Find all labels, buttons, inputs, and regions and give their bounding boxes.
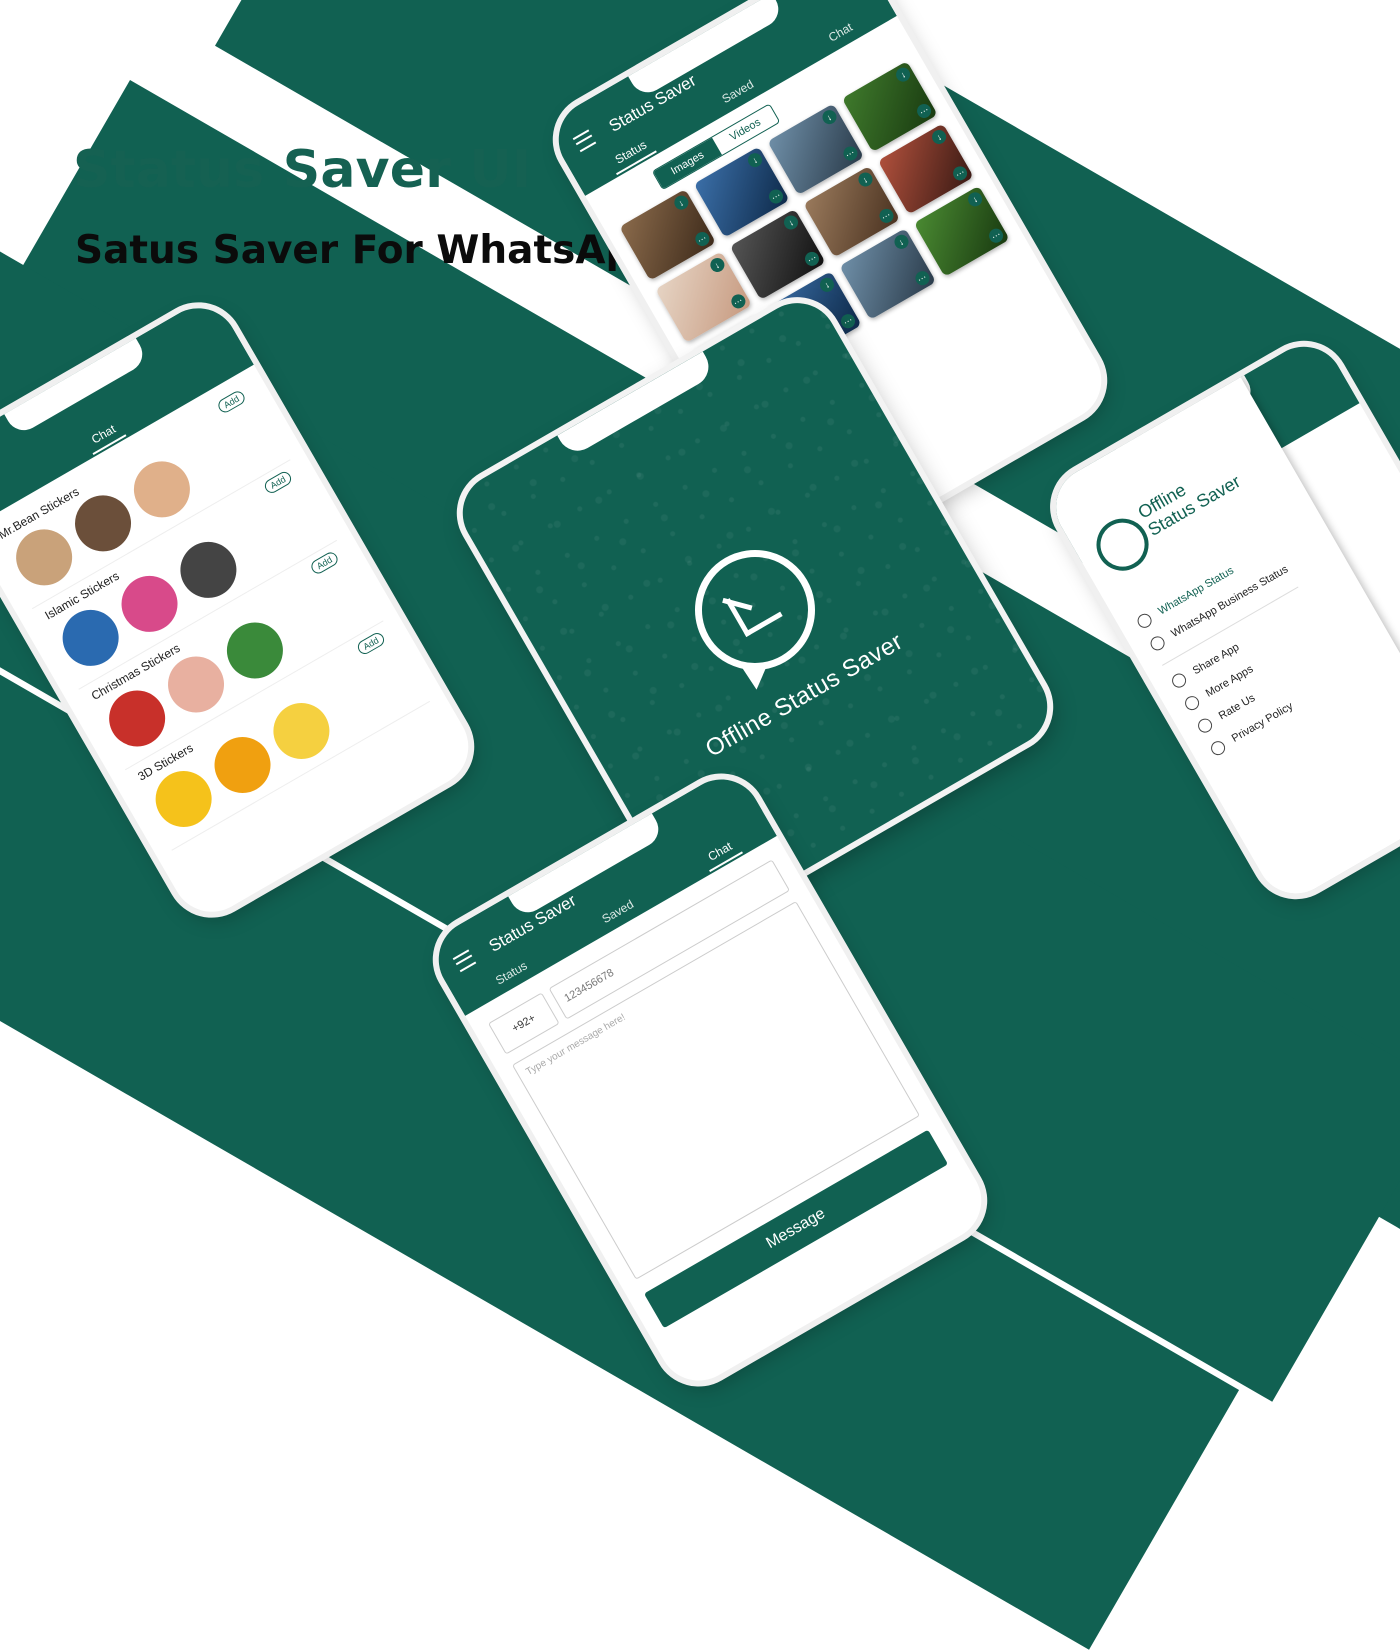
- download-icon[interactable]: ↓: [819, 107, 839, 127]
- download-icon[interactable]: ↓: [745, 150, 765, 170]
- tab-status[interactable]: Status: [605, 131, 658, 175]
- add-pack-button[interactable]: Add: [308, 549, 341, 577]
- share-icon[interactable]: ⋯: [912, 268, 932, 289]
- country-code: +92+: [509, 1012, 538, 1035]
- download-icon[interactable]: ↓: [817, 275, 837, 295]
- download-icon[interactable]: ↓: [781, 212, 801, 233]
- download-icon[interactable]: ↓: [891, 232, 911, 252]
- share-icon[interactable]: ⋯: [840, 144, 860, 164]
- sticker-thumb: [123, 451, 201, 528]
- emoji-sticker: [204, 726, 281, 804]
- add-pack-button[interactable]: Add: [215, 388, 248, 415]
- page-subtitle: Satus Saver For WhatsApp: [75, 228, 662, 273]
- share-icon[interactable]: ⋯: [692, 229, 712, 249]
- tab-status[interactable]: Status: [486, 952, 537, 994]
- apps-icon: [1182, 693, 1202, 713]
- download-icon[interactable]: ↓: [965, 189, 985, 209]
- download-icon[interactable]: ↓: [707, 255, 727, 275]
- share-icon[interactable]: ⋯: [876, 206, 896, 226]
- menu-icon[interactable]: [452, 949, 477, 973]
- emoji-sticker: [263, 692, 340, 770]
- add-pack-button[interactable]: Add: [355, 630, 387, 657]
- tab-chat[interactable]: Chat: [819, 13, 862, 51]
- download-icon[interactable]: ↓: [929, 127, 949, 147]
- shield-icon: [1208, 738, 1228, 758]
- menu-icon[interactable]: [572, 129, 597, 153]
- drawer-brand: Offline Status Saver: [1135, 454, 1244, 540]
- download-icon: [725, 579, 783, 637]
- tab-saved[interactable]: Saved: [712, 71, 763, 113]
- bubble-tail: [740, 662, 771, 691]
- share-icon: [1169, 671, 1189, 691]
- star-icon: [1195, 716, 1215, 736]
- business-icon: [1148, 633, 1168, 653]
- share-icon[interactable]: ⋯: [766, 186, 786, 207]
- share-icon[interactable]: ⋯: [802, 249, 822, 269]
- sticker-thumb: [216, 612, 294, 689]
- tab-saved[interactable]: Saved: [592, 891, 643, 933]
- download-icon[interactable]: ↓: [671, 193, 691, 213]
- tab-chat[interactable]: Chat: [698, 832, 743, 873]
- share-icon[interactable]: ⋯: [728, 292, 748, 312]
- share-icon[interactable]: ⋯: [986, 226, 1006, 246]
- add-pack-button[interactable]: Add: [262, 469, 294, 496]
- page-title: Status Saver UI: [73, 140, 532, 200]
- share-icon[interactable]: ⋯: [838, 311, 858, 331]
- sticker-thumb: [170, 531, 247, 609]
- download-icon[interactable]: ↓: [893, 65, 913, 85]
- whatsapp-icon: [1135, 611, 1155, 631]
- share-icon[interactable]: ⋯: [914, 101, 934, 121]
- download-icon[interactable]: ↓: [855, 170, 875, 190]
- share-icon[interactable]: ⋯: [950, 163, 970, 183]
- sticker-thumb: [111, 565, 188, 643]
